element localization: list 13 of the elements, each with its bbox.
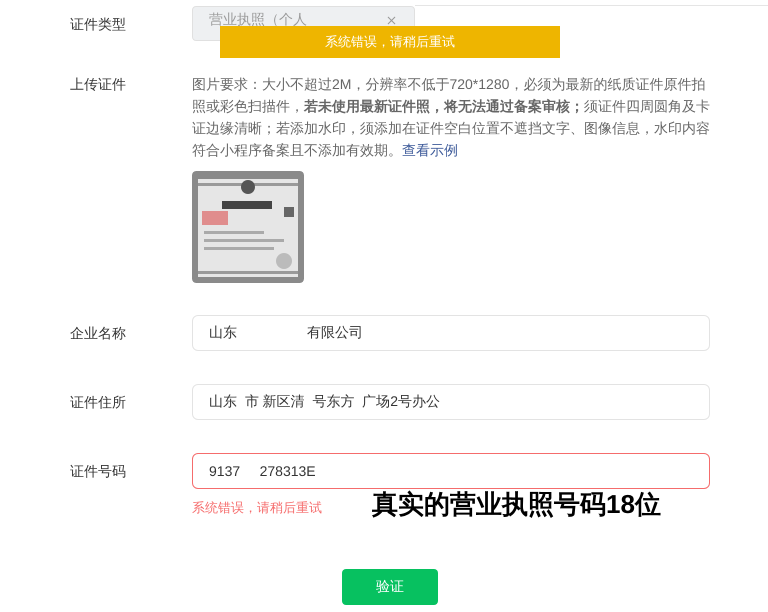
field-label: 企业名称 <box>70 325 126 341</box>
field-label: 上传证件 <box>70 76 126 92</box>
error-message: 系统错误，请稍后重试 <box>192 499 322 517</box>
text-input[interactable]: 9137 278313E <box>192 453 710 489</box>
text-input[interactable]: 山东 有限公司 <box>192 315 710 351</box>
view-example-link[interactable]: 查看示例 <box>402 142 458 158</box>
field-label: 证件号码 <box>70 463 126 479</box>
error-toast: 系统错误，请稍后重试 <box>220 26 560 58</box>
upload-requirements: 图片要求：大小不超过2M，分辨率不低于720*1280，必须为最新的纸质证件原件拍照或彩色扫描件，若未使用最新证件照，将无法通过备案审核；须证件四周圆角及卡证边缘清晰；若添加水印，须添加在证件空白位置不遮挡文字、图像信息，水印内容符合小程序备案且不添加有效期。查看示例 <box>192 75 711 160</box>
field-label: 证件类型 <box>70 14 127 34</box>
field-label: 证件住所 <box>70 394 126 410</box>
text-input[interactable]: 山东 市 新区清 号东方 广场2号办公 <box>192 384 710 420</box>
annotation-text: 真实的营业执照号码18位 <box>372 491 661 517</box>
